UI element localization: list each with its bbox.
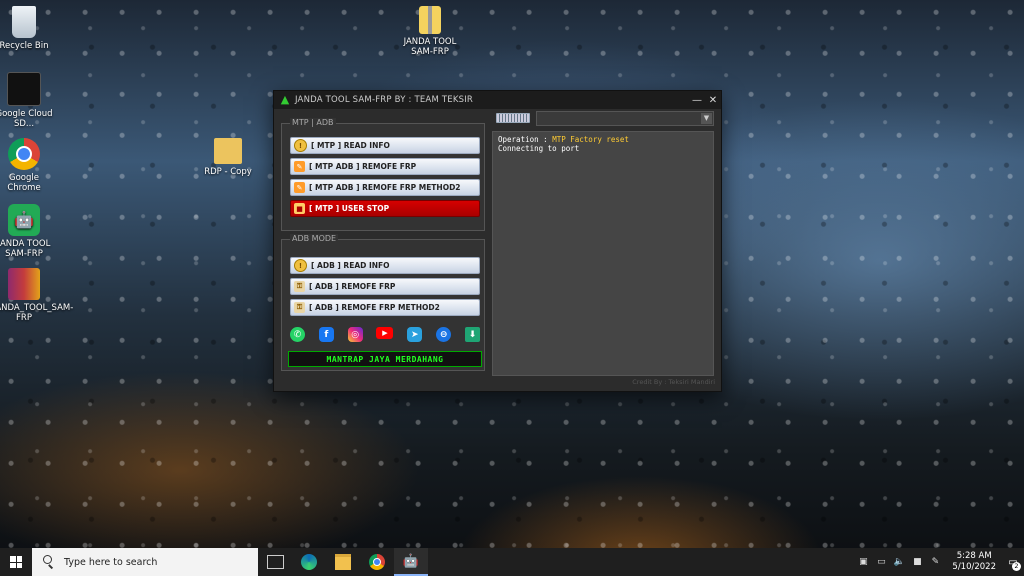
clock[interactable]: 5:28 AM 5/10/2022 bbox=[952, 551, 996, 573]
log-line: Connecting to port bbox=[498, 144, 580, 153]
folder-icon bbox=[214, 138, 242, 164]
wrench-icon: ✎ bbox=[294, 182, 305, 193]
mtp-adb-remove-frp-method2-button[interactable]: ✎ [ MTP ADB ] REMOFE FRP METHOD2 bbox=[290, 179, 480, 196]
telegram-icon[interactable]: ➤ bbox=[407, 327, 423, 342]
group-title: MTP | ADB bbox=[290, 118, 336, 127]
android-app-icon: ▲ bbox=[280, 93, 290, 106]
adb-read-info-button[interactable]: ! [ ADB ] READ INFO bbox=[290, 257, 480, 274]
team-banner: MANTRAP JAYA MERDAHANG bbox=[288, 351, 482, 367]
window-title: JANDA TOOL SAM-FRP BY : TEAM TEKSIR bbox=[295, 95, 474, 105]
info-icon: ! bbox=[294, 259, 307, 272]
button-label: [ ADB ] READ INFO bbox=[311, 261, 390, 270]
chevron-down-icon[interactable]: ▼ bbox=[701, 112, 712, 124]
search-placeholder: Type here to search bbox=[64, 556, 158, 568]
desktop-icon-google-cloud-sdk[interactable]: Google Cloud SD... bbox=[0, 72, 55, 129]
mtp-read-info-button[interactable]: ! [ MTP ] READ INFO bbox=[290, 137, 480, 154]
button-label: [ MTP ] READ INFO bbox=[311, 141, 390, 150]
desktop-icon-rdp-copy[interactable]: RDP - Copy bbox=[197, 138, 259, 177]
clock-time: 5:28 AM bbox=[956, 551, 992, 561]
notification-center-button[interactable]: ▭ 2 bbox=[1002, 548, 1024, 576]
minimize-button[interactable]: — bbox=[689, 95, 705, 106]
app-window: ▲ JANDA TOOL SAM-FRP BY : TEAM TEKSIR — … bbox=[273, 90, 722, 392]
output-panel: ▼ Operation : MTP Factory reset Connecti… bbox=[492, 110, 714, 376]
desktop-icon-janda-tool-archive[interactable]: JANDA_TOOL_SAM-FRP bbox=[0, 268, 74, 323]
task-view-button[interactable] bbox=[258, 548, 292, 576]
desktop-icon-label: Google Cloud SD... bbox=[0, 109, 53, 129]
port-selector-bar: ▼ bbox=[492, 110, 714, 126]
desktop-icon-google-chrome[interactable]: Google Chrome bbox=[0, 138, 55, 193]
terminal-icon bbox=[7, 72, 41, 106]
taskbar-chrome[interactable] bbox=[360, 548, 394, 576]
clock-date: 5/10/2022 bbox=[952, 562, 996, 572]
winrar-archive-icon bbox=[8, 268, 40, 300]
search-icon bbox=[42, 555, 56, 569]
button-label: [ MTP ] USER STOP bbox=[309, 204, 390, 213]
windows-logo-icon bbox=[10, 556, 22, 568]
adb-mode-group: ADB MODE ! [ ADB ] READ INFO ⚿ [ ADB ] R… bbox=[281, 234, 485, 371]
taskbar-edge[interactable] bbox=[292, 548, 326, 576]
zip-folder-icon bbox=[419, 6, 441, 34]
desktop-icon-janda-tool[interactable]: 🤖 JANDA TOOL SAM-FRP bbox=[0, 204, 55, 259]
log-operation-value: MTP Factory reset bbox=[552, 135, 629, 144]
file-explorer-icon bbox=[335, 554, 351, 570]
social-links: ✆ f ◎ ▶ ➤ ⊖ ⬇ bbox=[290, 327, 480, 342]
desktop-icon-label: RDP - Copy bbox=[204, 167, 252, 177]
taskbar-janda-tool[interactable]: 🤖 bbox=[394, 548, 428, 576]
desktop-icon-label: JANDA TOOL SAM-FRP bbox=[403, 37, 457, 57]
messenger-icon[interactable]: ⊖ bbox=[436, 327, 452, 342]
mtp-adb-group: MTP | ADB ! [ MTP ] READ INFO ✎ [ MTP AD… bbox=[281, 118, 485, 231]
download-icon[interactable]: ⬇ bbox=[464, 327, 480, 342]
edge-icon bbox=[301, 554, 317, 570]
start-button[interactable] bbox=[0, 548, 32, 576]
adb-remove-frp-method2-button[interactable]: ⚿ [ ADB ] REMOFE FRP METHOD2 bbox=[290, 299, 480, 316]
chrome-icon bbox=[8, 138, 40, 170]
task-view-icon bbox=[266, 555, 284, 569]
system-tray: ▣ ▭ 🔈 ■ ✎ 5:28 AM 5/10/2022 ▭ 2 bbox=[854, 548, 1024, 576]
key-icon: ⚿ bbox=[294, 281, 305, 292]
title-bar[interactable]: ▲ JANDA TOOL SAM-FRP BY : TEAM TEKSIR — … bbox=[274, 91, 721, 109]
usb-port-icon bbox=[496, 113, 530, 123]
desktop-icon-janda-tool-zip[interactable]: JANDA TOOL SAM-FRP bbox=[399, 6, 461, 57]
antivirus-icon[interactable]: ■ bbox=[910, 557, 924, 567]
wrench-icon: ✎ bbox=[294, 161, 305, 172]
button-label: [ ADB ] REMOFE FRP METHOD2 bbox=[309, 303, 440, 312]
whatsapp-icon[interactable]: ✆ bbox=[290, 327, 305, 342]
mtp-user-stop-button[interactable]: ■ [ MTP ] USER STOP bbox=[290, 200, 480, 217]
info-icon: ! bbox=[294, 139, 307, 152]
log-line: Operation : MTP Factory reset bbox=[498, 135, 708, 144]
mtp-adb-remove-frp-button[interactable]: ✎ [ MTP ADB ] REMOFE FRP bbox=[290, 158, 480, 175]
adb-remove-frp-button[interactable]: ⚿ [ ADB ] REMOFE FRP bbox=[290, 278, 480, 295]
port-select[interactable]: ▼ bbox=[536, 110, 714, 126]
stop-icon: ■ bbox=[294, 203, 305, 214]
pen-icon[interactable]: ✎ bbox=[928, 557, 942, 567]
desktop-icon-label: Google Chrome bbox=[7, 173, 41, 193]
taskbar-search-box[interactable]: Type here to search bbox=[32, 548, 258, 576]
desktop-icon-label: JANDA_TOOL_SAM-FRP bbox=[0, 303, 74, 323]
credit-text: Credit By : Teksiri Mandiri bbox=[632, 378, 715, 386]
button-label: [ MTP ADB ] REMOFE FRP METHOD2 bbox=[309, 183, 461, 192]
chrome-icon bbox=[369, 554, 385, 570]
close-button[interactable]: ✕ bbox=[705, 95, 721, 106]
instagram-icon[interactable]: ◎ bbox=[347, 327, 363, 342]
android-icon: 🤖 bbox=[402, 553, 420, 569]
youtube-icon[interactable]: ▶ bbox=[376, 327, 394, 339]
android-icon: 🤖 bbox=[8, 204, 40, 236]
desktop-icon-recycle-bin[interactable]: Recycle Bin bbox=[0, 6, 55, 51]
group-title: ADB MODE bbox=[290, 234, 339, 243]
taskbar: Type here to search 🤖 ▣ ▭ 🔈 ■ ✎ 5:28 AM … bbox=[0, 548, 1024, 576]
button-label: [ ADB ] REMOFE FRP bbox=[309, 282, 396, 291]
facebook-icon[interactable]: f bbox=[318, 327, 334, 342]
log-operation-label: Operation : bbox=[498, 135, 553, 144]
desktop-icon-label: Recycle Bin bbox=[0, 41, 49, 51]
notification-count-badge: 2 bbox=[1012, 562, 1021, 571]
recycle-bin-icon bbox=[12, 6, 36, 38]
network-icon[interactable]: ▭ bbox=[874, 557, 888, 567]
desktop-icon-label: JANDA TOOL SAM-FRP bbox=[0, 239, 51, 259]
taskbar-file-explorer[interactable] bbox=[326, 548, 360, 576]
tray-app-icon[interactable]: ▣ bbox=[856, 557, 870, 567]
key-icon: ⚿ bbox=[294, 302, 305, 313]
volume-muted-icon[interactable]: 🔈 bbox=[892, 557, 906, 567]
log-output: Operation : MTP Factory reset Connecting… bbox=[492, 131, 714, 376]
button-label: [ MTP ADB ] REMOFE FRP bbox=[309, 162, 417, 171]
